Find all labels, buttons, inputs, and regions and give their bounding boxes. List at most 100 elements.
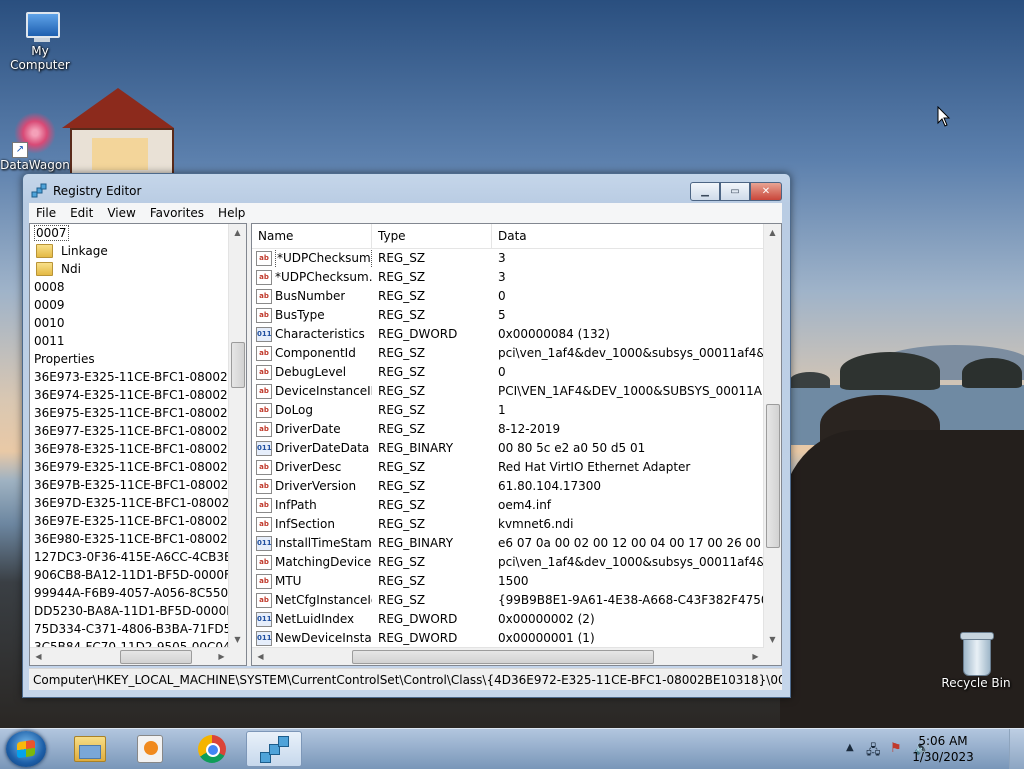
tree-item[interactable]: Linkage	[30, 242, 230, 260]
list-vertical-scrollbar[interactable]: ▲ ▼	[763, 224, 781, 648]
value-name: BusNumber	[275, 289, 346, 303]
start-button[interactable]	[6, 731, 46, 767]
value-row[interactable]: ab DoLog REG_SZ 1	[252, 401, 764, 420]
value-row[interactable]: ab InfPath REG_SZ oem4.inf	[252, 496, 764, 515]
value-row[interactable]: ab DebugLevel REG_SZ 0	[252, 363, 764, 382]
value-row[interactable]: 011 NewDeviceInstall REG_DWORD 0x00000001 (…	[252, 629, 764, 648]
tree-item[interactable]: 0009	[30, 296, 230, 314]
column-header-data[interactable]: Data	[492, 224, 764, 248]
string-value-icon: ab	[256, 289, 272, 304]
value-row[interactable]: ab DriverDesc REG_SZ Red Hat VirtIO Etherne…	[252, 458, 764, 477]
value-row[interactable]: ab NetCfgInstanceId REG_SZ {99B9B8E1-9A61-4…	[252, 591, 764, 610]
menu-file[interactable]: File	[29, 206, 63, 220]
tree-item[interactable]: Ndi	[30, 260, 230, 278]
tree-item[interactable]: 36E975-E325-11CE-BFC1-08002BE103	[30, 404, 230, 422]
desktop-icon-my-computer[interactable]: My Computer	[0, 10, 80, 72]
desktop-icon-recycle-bin[interactable]: Recycle Bin	[936, 630, 1016, 690]
value-row[interactable]: ab InfSection REG_SZ kvmnet6.ndi	[252, 515, 764, 534]
scroll-left-icon[interactable]: ◀	[252, 648, 269, 665]
value-row[interactable]: ab DriverVersion REG_SZ 61.80.104.17300	[252, 477, 764, 496]
tree-item[interactable]: 75D334-C371-4806-B3BA-71FD53C92	[30, 620, 230, 638]
taskbar-media-player-button[interactable]	[122, 731, 178, 767]
scroll-up-icon[interactable]: ▲	[764, 224, 781, 241]
tree-item[interactable]: Properties	[30, 350, 230, 368]
value-row[interactable]: 011 DriverDateData REG_BINARY 00 80 5c e2 a…	[252, 439, 764, 458]
desktop-icon-datawagon[interactable]: ↗ DataWagon	[0, 112, 70, 174]
tree-item[interactable]: 0007	[30, 224, 230, 242]
tree-item[interactable]: 0010	[30, 314, 230, 332]
tree-item[interactable]: 127DC3-0F36-415E-A6CC-4CB3BE910	[30, 548, 230, 566]
menu-view[interactable]: View	[100, 206, 142, 220]
scroll-left-icon[interactable]: ◀	[30, 648, 47, 665]
value-row[interactable]: ab *UDPChecksum... REG_SZ 3	[252, 249, 764, 268]
menu-edit[interactable]: Edit	[63, 206, 100, 220]
value-row[interactable]: ab *UDPChecksum... REG_SZ 3	[252, 268, 764, 287]
tree-item-label: 0007	[34, 225, 69, 241]
scroll-right-icon[interactable]: ▶	[213, 648, 230, 665]
tree-item-label: 0009	[34, 298, 65, 312]
menu-favorites[interactable]: Favorites	[143, 206, 211, 220]
tree-item[interactable]: 36E97E-E325-11CE-BFC1-08002BE103	[30, 512, 230, 530]
value-row[interactable]: 011 Characteristics REG_DWORD 0x00000084 (1…	[252, 325, 764, 344]
value-row[interactable]: ab BusType REG_SZ 5	[252, 306, 764, 325]
value-name: DebugLevel	[275, 365, 347, 379]
column-header-type[interactable]: Type	[372, 224, 492, 248]
show-desktop-button[interactable]	[1009, 729, 1024, 769]
title-bar[interactable]: Registry Editor ▁ ▭ ✕	[23, 174, 790, 206]
value-row[interactable]: ab DriverDate REG_SZ 8-12-2019	[252, 420, 764, 439]
show-hidden-icons-icon[interactable]: ▲	[846, 742, 854, 753]
value-row[interactable]: ab DeviceInstanceID REG_SZ PCI\VEN_1AF4&DEV…	[252, 382, 764, 401]
tree-item[interactable]: 36E979-E325-11CE-BFC1-08002BE103	[30, 458, 230, 476]
close-button[interactable]: ✕	[750, 182, 782, 201]
tree-item[interactable]: 36E978-E325-11CE-BFC1-08002BE103	[30, 440, 230, 458]
tree-item[interactable]: 36E97B-E325-11CE-BFC1-08002BE103	[30, 476, 230, 494]
tree-item[interactable]: DD5230-BA8A-11D1-BF5D-0000F805F	[30, 602, 230, 620]
taskbar-regedit-button[interactable]	[246, 731, 302, 767]
minimize-button[interactable]: ▁	[690, 182, 720, 201]
tree-item[interactable]: 36E980-E325-11CE-BFC1-08002BE103	[30, 530, 230, 548]
tree-item[interactable]: 36E974-E325-11CE-BFC1-08002BE103	[30, 386, 230, 404]
clock[interactable]: 5:06 AM 1/30/2023	[908, 733, 978, 765]
value-row[interactable]: ab MatchingDeviceId REG_SZ pci\ven_1af4&dev…	[252, 553, 764, 572]
scroll-thumb[interactable]	[352, 650, 654, 664]
action-center-icon[interactable]: ⚑	[890, 741, 902, 756]
tree-item[interactable]: 36E973-E325-11CE-BFC1-08002BE103	[30, 368, 230, 386]
tree-item[interactable]: 36E97D-E325-11CE-BFC1-08002BE103	[30, 494, 230, 512]
tree-item[interactable]: 0008	[30, 278, 230, 296]
scroll-thumb[interactable]	[231, 342, 245, 388]
maximize-button[interactable]: ▭	[720, 182, 750, 201]
scroll-thumb[interactable]	[766, 404, 780, 548]
column-header-name[interactable]: Name	[252, 224, 372, 248]
value-type: REG_SZ	[378, 555, 426, 569]
list-horizontal-scrollbar[interactable]: ◀ ▶	[252, 647, 764, 665]
value-name-cell: ab MatchingDeviceId	[252, 553, 372, 572]
value-row[interactable]: ab ComponentId REG_SZ pci\ven_1af4&dev_1000…	[252, 344, 764, 363]
string-value-icon: ab	[256, 403, 272, 418]
taskbar-explorer-button[interactable]	[62, 731, 118, 767]
tree-item[interactable]: 99944A-F6B9-4057-A056-8C55022854	[30, 584, 230, 602]
registry-values-list[interactable]: Name Type Data ab *UDPChecksum... REG_SZ 3 a…	[251, 223, 782, 666]
value-row[interactable]: 011 InstallTimeStamp REG_BINARY e6 07 0a 00…	[252, 534, 764, 553]
registry-tree[interactable]: 0007 Linkage Ndi 0008 0009 0010 0011 Properties…	[29, 223, 247, 666]
scroll-thumb[interactable]	[120, 650, 192, 664]
menu-help[interactable]: Help	[211, 206, 252, 220]
scroll-down-icon[interactable]: ▼	[764, 631, 781, 648]
tree-item[interactable]: 36E977-E325-11CE-BFC1-08002BE103	[30, 422, 230, 440]
value-data: kvmnet6.ndi	[498, 517, 574, 531]
taskbar-chrome-button[interactable]	[184, 731, 240, 767]
value-row[interactable]: ab MTU REG_SZ 1500	[252, 572, 764, 591]
window-controls: ▁ ▭ ✕	[690, 182, 782, 201]
tree-item-label: 0010	[34, 316, 65, 330]
scroll-up-icon[interactable]: ▲	[229, 224, 246, 241]
scroll-right-icon[interactable]: ▶	[747, 648, 764, 665]
network-icon[interactable]: 🖧	[866, 741, 881, 763]
tree-horizontal-scrollbar[interactable]: ◀ ▶	[30, 647, 230, 665]
tree-vertical-scrollbar[interactable]: ▲ ▼	[228, 224, 246, 648]
value-row[interactable]: ab BusNumber REG_SZ 0	[252, 287, 764, 306]
tree-item[interactable]: 0011	[30, 332, 230, 350]
wallpaper-island	[840, 352, 940, 390]
scroll-down-icon[interactable]: ▼	[229, 631, 246, 648]
value-name-cell: ab DoLog	[252, 401, 372, 420]
tree-item[interactable]: 906CB8-BA12-11D1-BF5D-0000F805F5	[30, 566, 230, 584]
value-row[interactable]: 011 NetLuidIndex REG_DWORD 0x00000002 (2)	[252, 610, 764, 629]
